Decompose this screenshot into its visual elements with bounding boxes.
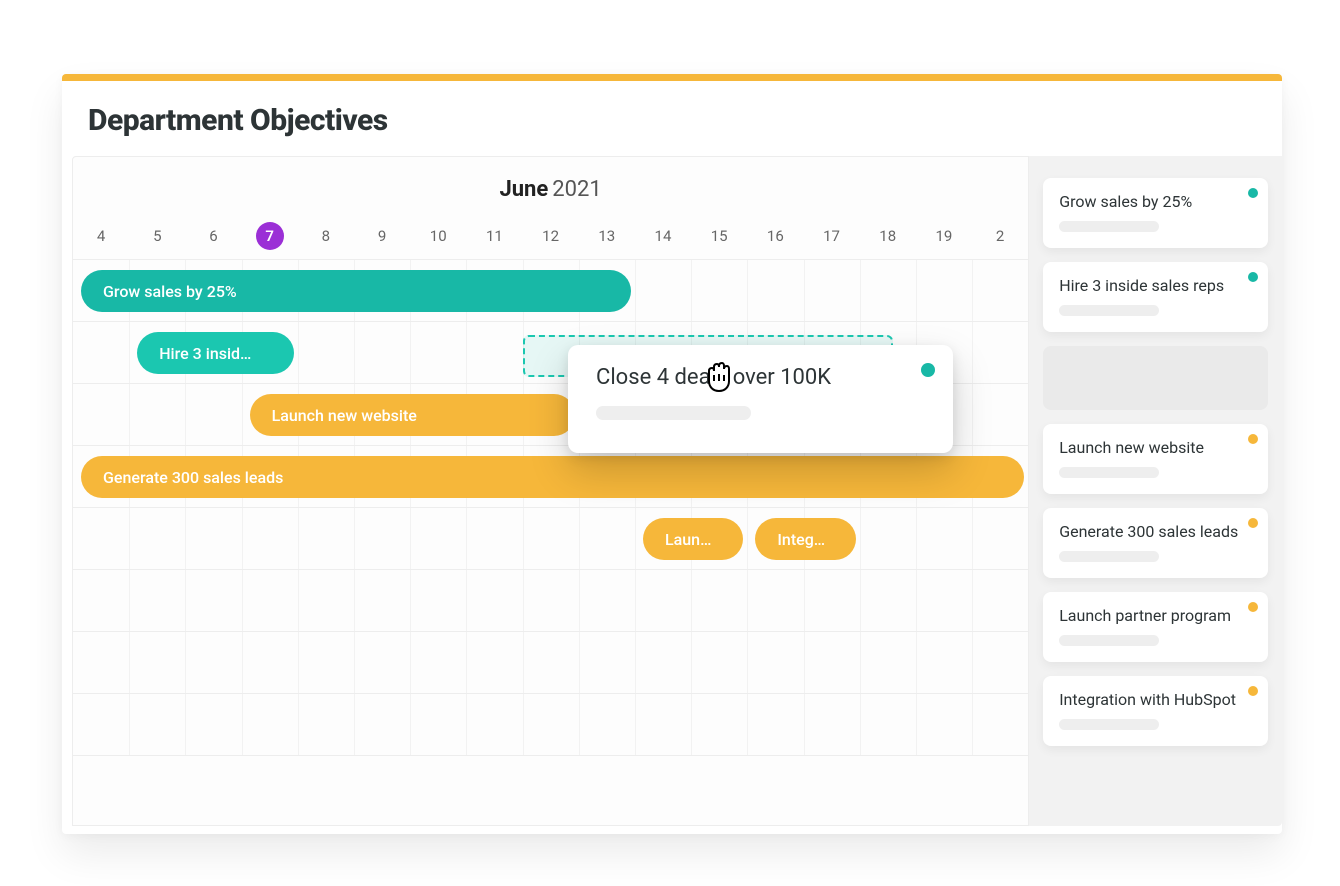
month-header: June2021 [73,157,1028,212]
accent-bar [62,74,1282,81]
timeline-row[interactable] [73,694,1028,756]
sidebar-card-title: Generate 300 sales leads [1059,522,1252,541]
sidebar-card[interactable]: Launch new website [1043,424,1268,494]
day-header-cell[interactable]: 14 [635,227,691,245]
status-dot [1248,686,1258,696]
drag-card[interactable]: Close 4 deals over 100K [568,345,953,453]
timeline-row[interactable] [73,570,1028,632]
day-header-cell[interactable]: 11 [466,227,522,245]
timeline-bar[interactable]: Hire 3 insid… [137,332,294,374]
day-header-cell[interactable]: 9 [354,227,410,245]
app-frame: Department Objectives June2021 456789101… [62,74,1282,834]
sidebar-card[interactable]: Launch partner program [1043,592,1268,662]
placeholder-line [1059,305,1159,316]
timeline-bar[interactable]: Laun… [643,518,743,560]
day-header-cell[interactable]: 10 [410,227,466,245]
sidebar-card[interactable]: Integration with HubSpot [1043,676,1268,746]
day-header-row: 456789101112131415161718192 [73,212,1028,260]
timeline-bar[interactable]: Generate 300 sales leads [81,456,1024,498]
status-dot [921,363,935,377]
page-title: Department Objectives [88,103,1256,138]
sidebar-card-title: Integration with HubSpot [1059,690,1252,709]
day-header-cell[interactable]: 15 [691,227,747,245]
day-header-cell[interactable]: 4 [73,227,129,245]
main-layout: June2021 456789101112131415161718192 Clo… [62,156,1282,826]
placeholder-line [1059,551,1159,562]
day-header-cell[interactable]: 7 [242,222,298,250]
sidebar-card[interactable]: Grow sales by 25% [1043,178,1268,248]
timeline-row[interactable] [73,508,1028,570]
day-header-cell[interactable]: 17 [803,227,859,245]
placeholder-line [1059,221,1159,232]
day-header-cell[interactable]: 6 [185,227,241,245]
day-header-cell[interactable]: 8 [298,227,354,245]
status-dot [1248,518,1258,528]
placeholder-line [596,406,751,420]
header: Department Objectives [62,81,1282,156]
status-dot [1248,434,1258,444]
timeline-bar[interactable]: Grow sales by 25% [81,270,631,312]
status-dot [1248,602,1258,612]
day-header-cell[interactable]: 18 [860,227,916,245]
sidebar-card[interactable]: Generate 300 sales leads [1043,508,1268,578]
day-header-cell[interactable]: 5 [129,227,185,245]
sidebar-card-title: Grow sales by 25% [1059,192,1252,211]
placeholder-line [1059,719,1159,730]
sidebar-card-title: Launch new website [1059,438,1252,457]
grab-cursor-icon [700,357,738,399]
day-header-cell[interactable]: 13 [579,227,635,245]
timeline-bar[interactable]: Integ… [755,518,855,560]
sidebar: Grow sales by 25% Hire 3 inside sales rep… [1029,156,1282,826]
month-label: June [499,177,548,202]
day-header-cell[interactable]: 12 [523,227,579,245]
placeholder-line [1059,467,1159,478]
placeholder-line [1059,635,1159,646]
year-label: 2021 [552,177,601,202]
status-dot [1248,272,1258,282]
calendar-area[interactable]: June2021 456789101112131415161718192 Clo… [72,156,1029,826]
sidebar-card-title: Hire 3 inside sales reps [1059,276,1252,295]
status-dot [1248,188,1258,198]
sidebar-card[interactable]: Hire 3 inside sales reps [1043,262,1268,332]
day-header-cell[interactable]: 19 [916,227,972,245]
drag-card-title: Close 4 deals over 100K [596,365,925,390]
timeline-row[interactable] [73,632,1028,694]
day-header-cell[interactable]: 16 [747,227,803,245]
timeline-bar[interactable]: Launch new website [250,394,575,436]
day-header-cell[interactable]: 2 [972,227,1028,245]
sidebar-card-title: Launch partner program [1059,606,1252,625]
sidebar-card-empty[interactable] [1043,346,1268,410]
timeline-rows: Close 4 deals over 100K Grow sales [73,260,1028,756]
